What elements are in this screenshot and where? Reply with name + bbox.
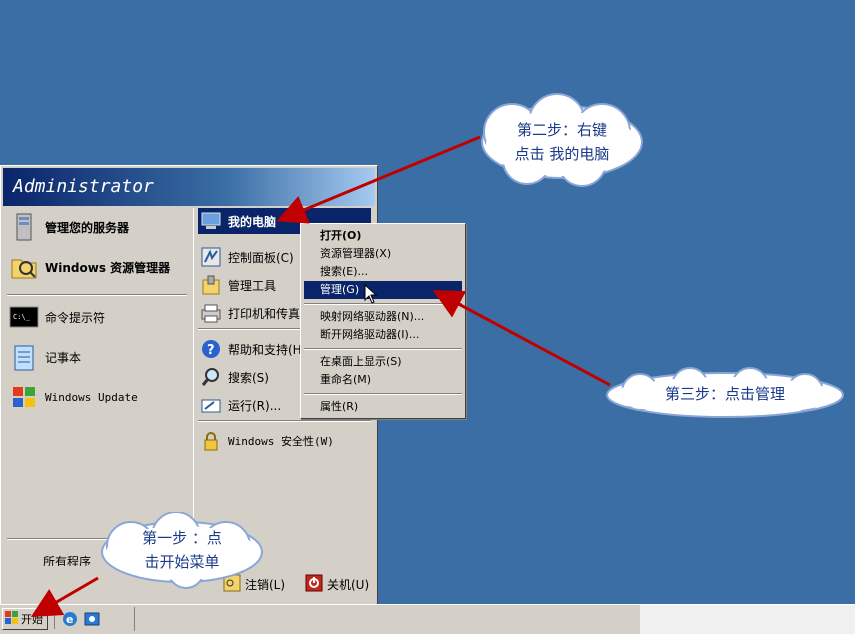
arrow-step2 [276, 135, 481, 224]
step2-line1: 第二步：右键 [516, 121, 607, 139]
cloud-step1-text: 第一步 ：点 击开始菜单 [96, 526, 268, 574]
cloud-step2-text: 第二步：右键 点击 我的电脑 [472, 118, 652, 166]
arrow-step1 [30, 576, 99, 618]
step3-text: 第三步：点击管理 [664, 385, 785, 403]
step2-line2: 点击 我的电脑 [514, 145, 610, 163]
cloud-step2: 第二步：右键 点击 我的电脑 [472, 92, 652, 192]
step1-line1: 第一步 ：点 [142, 529, 222, 547]
cloud-step3: 第三步：点击管理 [600, 366, 850, 424]
cloud-step1: 第一步 ：点 击开始菜单 [96, 511, 268, 590]
arrow-step3 [432, 290, 611, 387]
step1-line2: 击开始菜单 [144, 553, 220, 571]
